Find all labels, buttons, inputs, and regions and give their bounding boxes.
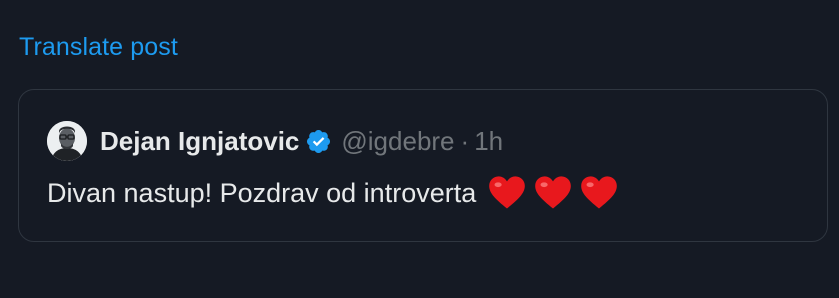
avatar-image xyxy=(47,121,87,161)
translate-post-link[interactable]: Translate post xyxy=(19,33,178,62)
avatar[interactable] xyxy=(47,121,87,161)
quoted-post-text: Divan nastup! Pozdrav od introverta xyxy=(47,175,626,211)
quoted-post-body: Divan nastup! Pozdrav od introverta xyxy=(47,177,477,208)
red-heart-icon xyxy=(489,176,526,209)
author-handle[interactable]: @igdebre xyxy=(341,126,454,157)
verified-badge-icon[interactable] xyxy=(305,128,332,155)
emoji-hearts xyxy=(488,175,626,211)
separator-dot: · xyxy=(460,125,470,156)
red-heart-icon xyxy=(581,176,618,209)
quoted-post-card[interactable]: Dejan Ignjatovic @igdebre · 1h Divan nas… xyxy=(18,89,828,242)
quoted-post-header: Dejan Ignjatovic @igdebre · 1h xyxy=(47,121,503,161)
post-timestamp[interactable]: 1h xyxy=(474,126,503,157)
author-name[interactable]: Dejan Ignjatovic xyxy=(100,126,299,157)
red-heart-icon xyxy=(535,176,572,209)
